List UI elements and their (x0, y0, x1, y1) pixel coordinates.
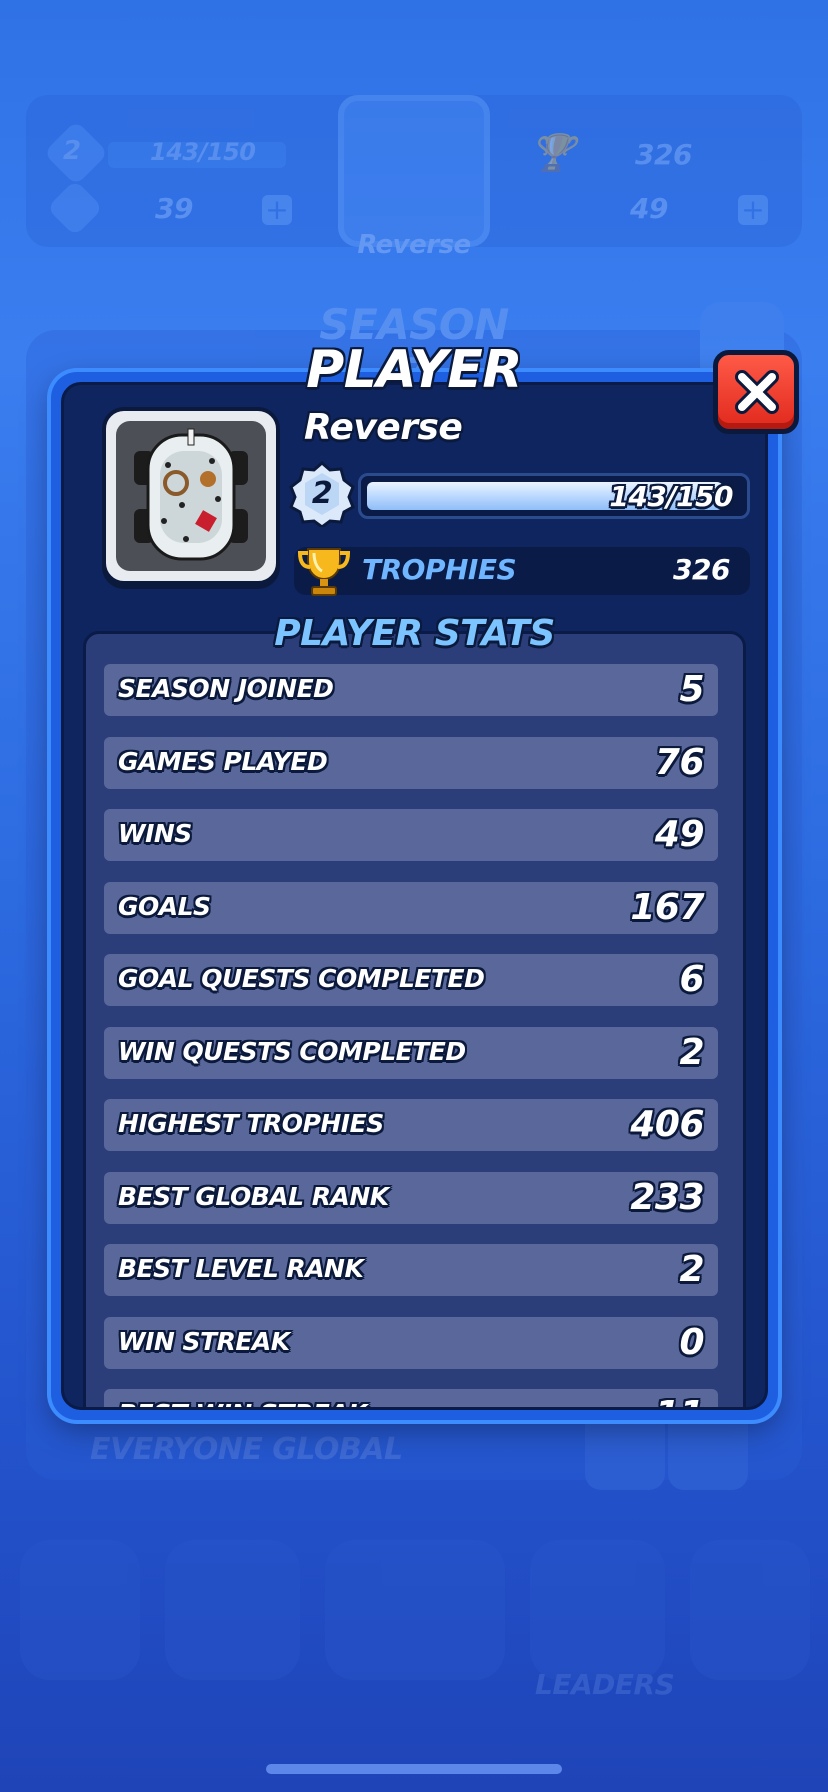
stat-label: BEST LEVEL RANK (118, 1254, 364, 1283)
stat-label: HIGHEST TROPHIES (118, 1109, 384, 1138)
stat-row-highest-trophies: HIGHEST TROPHIES 406 (104, 1099, 718, 1151)
stat-row-goals: GOALS 167 (104, 881, 718, 934)
stat-row-best-global-rank: BEST GLOBAL RANK 233 (104, 1171, 718, 1224)
stat-label: GAMES PLAYED (118, 746, 328, 776)
stat-value: 2 (679, 1249, 704, 1290)
close-button[interactable] (713, 350, 799, 434)
stat-label: WIN QUESTS COMPLETED (118, 1036, 466, 1066)
stat-value: 0 (679, 1321, 704, 1363)
bg-globe-button (585, 1410, 665, 1490)
trophies-label: TROPHIES (362, 553, 517, 586)
stat-label: WINS (118, 819, 192, 848)
stat-label: GOALS (118, 891, 211, 921)
trophy-icon (297, 548, 351, 596)
stat-value: 5 (679, 669, 704, 710)
bg-add-coins-button: + (738, 195, 768, 225)
bg-gems: 39 (155, 192, 193, 225)
bg-leaderboard-scope: EVERYONE GLOBAL (90, 1432, 403, 1467)
player-avatar (102, 407, 280, 585)
stat-row-win-streak: WIN STREAK 0 (104, 1316, 718, 1369)
xp-progress-bar: 143/150 (358, 473, 750, 519)
stat-value: 406 (630, 1104, 704, 1145)
stat-label: BEST GLOBAL RANK (118, 1181, 389, 1211)
player-stats-list[interactable]: SEASON JOINED 5 GAMES PLAYED 76 WINS 49 … (83, 631, 746, 1407)
bg-nav-item (20, 1540, 140, 1680)
stat-value: 6 (679, 959, 704, 1000)
bg-location-button (668, 1410, 748, 1490)
home-indicator[interactable] (266, 1764, 562, 1774)
bg-nav-item (165, 1540, 300, 1680)
player-stats-title: PLAYER STATS (274, 613, 555, 654)
bg-nav-item (690, 1540, 810, 1680)
bg-nav-leaders-label: LEADERS (535, 1668, 675, 1701)
stat-row-best-level-rank: BEST LEVEL RANK 2 (104, 1244, 718, 1296)
bg-coins: 49 (630, 192, 668, 225)
trophies-bar: TROPHIES 326 (294, 547, 750, 596)
stat-row-games-played: GAMES PLAYED 76 (104, 736, 718, 789)
bg-nav-item (325, 1540, 505, 1680)
stat-row-season-joined: SEASON JOINED 5 (104, 664, 718, 716)
bg-xp-text: 143/150 (150, 138, 256, 166)
player-modal: Reverse 2 143/150 TROPHIES 326 PLAYER ST… (51, 372, 778, 1420)
stat-row-goal-quests-completed: GOAL QUESTS COMPLETED 6 (104, 954, 718, 1006)
close-icon (735, 370, 779, 414)
stat-row-wins: WINS 49 (104, 809, 718, 861)
car-avatar-icon (134, 428, 248, 561)
bg-trophy-icon: 🏆 (530, 133, 575, 174)
bg-selected-car-card (338, 95, 490, 247)
stat-value: 233 (630, 1176, 704, 1218)
stat-value: 49 (654, 814, 705, 855)
stat-label: SEASON JOINED (118, 674, 334, 703)
trophies-value: 326 (673, 553, 730, 586)
player-name: Reverse (304, 407, 463, 448)
bg-nav-item (530, 1540, 665, 1680)
stat-value: 11 (655, 1394, 705, 1407)
bg-level: 2 (63, 136, 81, 166)
stat-label: GOAL QUESTS COMPLETED (118, 964, 485, 993)
stat-row-win-quests-completed: WIN QUESTS COMPLETED 2 (104, 1026, 718, 1079)
modal-title: PLAYER (306, 340, 522, 400)
player-modal-body: Reverse 2 143/150 TROPHIES 326 PLAYER ST… (61, 382, 768, 1410)
bg-add-gems-button: + (262, 195, 292, 225)
xp-progress-text: 143/150 (609, 480, 733, 513)
level-badge: 2 (289, 461, 355, 529)
stat-row-best-win-streak: BEST WIN STREAK 11 (104, 1389, 718, 1407)
stat-label: WIN STREAK (118, 1326, 290, 1356)
bg-trophies: 326 (635, 138, 692, 171)
stat-value: 167 (630, 886, 704, 928)
stat-label: BEST WIN STREAK (118, 1399, 368, 1407)
stat-value: 2 (679, 1031, 704, 1073)
stat-value: 76 (654, 741, 705, 783)
bg-selected-car-label: Reverse (357, 230, 471, 260)
level-number: 2 (311, 476, 333, 511)
